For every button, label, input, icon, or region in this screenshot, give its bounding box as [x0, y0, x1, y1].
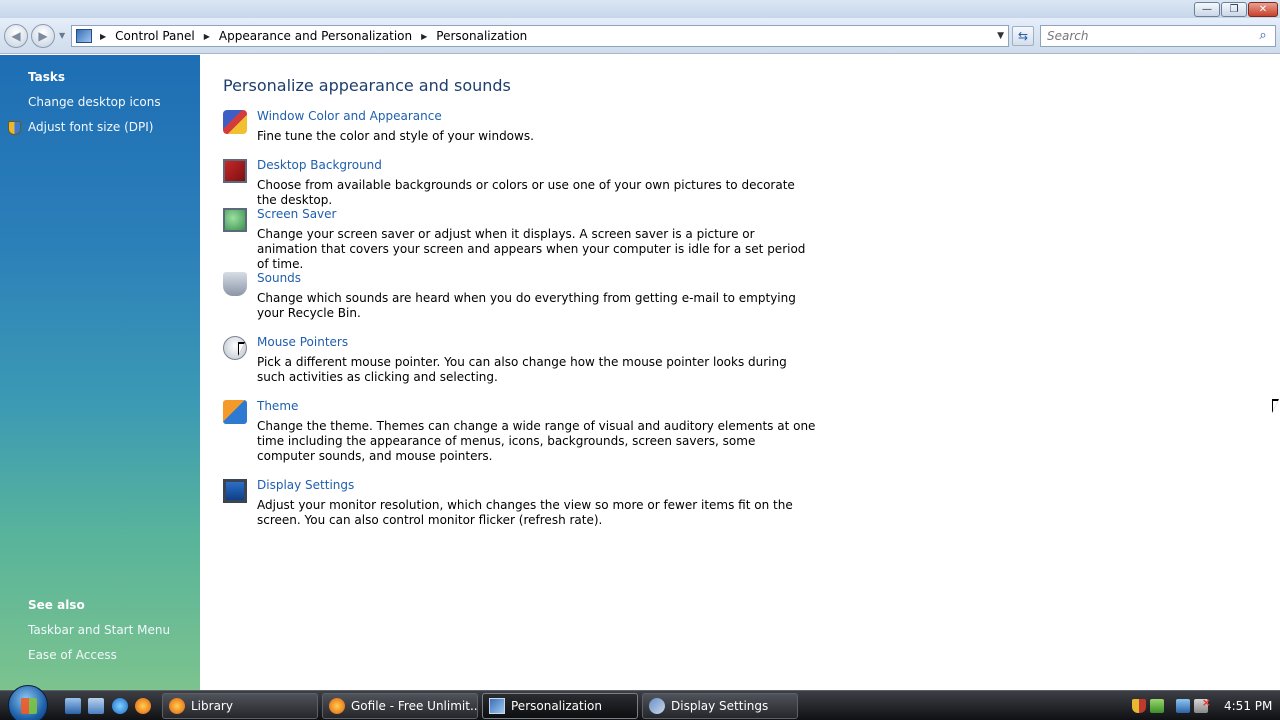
- task-link-display-settings[interactable]: Display Settings: [257, 478, 354, 492]
- windows-update-icon[interactable]: [1150, 699, 1164, 713]
- breadcrumb-appearance[interactable]: Appearance and Personalization: [219, 29, 412, 43]
- recent-pages-dropdown[interactable]: ▼: [59, 31, 65, 40]
- sidebar-link-adjust-font-size[interactable]: Adjust font size (DPI): [28, 120, 153, 134]
- minimize-button[interactable]: —: [1194, 2, 1220, 17]
- task-description: Fine tune the color and style of your wi…: [257, 129, 534, 143]
- task-link-desktop-background[interactable]: Desktop Background: [257, 158, 382, 172]
- task-description: Change the theme. Themes can change a wi…: [257, 419, 816, 463]
- firefox-icon[interactable]: [135, 698, 151, 714]
- control-panel-icon: [76, 29, 92, 43]
- breadcrumb-personalization[interactable]: Personalization: [436, 29, 527, 43]
- task-screen-saver: Screen Saver Change your screen saver or…: [223, 207, 823, 271]
- taskbar-button-label: Display Settings: [671, 699, 769, 713]
- taskbar-button-label: Library: [191, 699, 233, 713]
- sidebar-link-change-desktop-icons[interactable]: Change desktop icons: [28, 95, 161, 109]
- task-link-mouse-pointers[interactable]: Mouse Pointers: [257, 335, 348, 349]
- task-link-window-color[interactable]: Window Color and Appearance: [257, 109, 442, 123]
- mouse-cursor-icon: [1272, 399, 1279, 413]
- firefox-icon: [329, 698, 345, 714]
- task-link-sounds[interactable]: Sounds: [257, 271, 301, 285]
- security-center-icon[interactable]: [1132, 699, 1146, 713]
- forward-button[interactable]: ▶: [31, 24, 55, 48]
- address-bar[interactable]: ▶ Control Panel ▶ Appearance and Persona…: [71, 25, 1009, 47]
- task-window-color: Window Color and Appearance Fine tune th…: [223, 109, 823, 149]
- sounds-icon[interactable]: [223, 272, 247, 296]
- theme-icon[interactable]: [223, 400, 247, 424]
- search-icon[interactable]: ⌕: [1255, 28, 1271, 44]
- display-settings-icon: [649, 698, 665, 714]
- page-title: Personalize appearance and sounds: [223, 76, 511, 95]
- forward-arrow-icon: ▶: [38, 29, 48, 43]
- task-theme: Theme Change the theme. Themes can chang…: [223, 399, 823, 469]
- task-mouse-pointers: Mouse Pointers Pick a different mouse po…: [223, 335, 823, 390]
- taskbar-button-display-settings[interactable]: Display Settings: [642, 693, 798, 719]
- back-arrow-icon: ◀: [11, 29, 21, 43]
- task-description: Choose from available backgrounds or col…: [257, 178, 795, 207]
- task-description: Pick a different mouse pointer. You can …: [257, 355, 787, 384]
- maximize-button[interactable]: ❐: [1221, 2, 1247, 17]
- display-settings-icon[interactable]: [223, 479, 247, 503]
- mouse-cursor-icon: [238, 342, 245, 356]
- breadcrumb-control-panel[interactable]: Control Panel: [115, 29, 195, 43]
- close-button[interactable]: ✕: [1248, 2, 1278, 17]
- address-dropdown-icon[interactable]: ▼: [997, 31, 1004, 41]
- desktop-background-icon[interactable]: [223, 159, 247, 183]
- clock[interactable]: 4:51 PM: [1224, 699, 1272, 713]
- task-display-settings: Display Settings Adjust your monitor res…: [223, 478, 823, 533]
- task-link-screen-saver[interactable]: Screen Saver: [257, 207, 336, 221]
- taskbar-button-label: Personalization: [511, 699, 602, 713]
- breadcrumb-chevron-icon[interactable]: ▶: [204, 32, 210, 41]
- title-bar: — ❐ ✕: [0, 0, 1280, 18]
- firefox-icon: [169, 698, 185, 714]
- screen-saver-icon[interactable]: [223, 208, 247, 232]
- task-desktop-background: Desktop Background Choose from available…: [223, 158, 823, 207]
- navigation-bar: ◀ ▶ ▼ ▶ Control Panel ▶ Appearance and P…: [0, 18, 1280, 54]
- search-input[interactable]: [1047, 27, 1255, 45]
- back-button[interactable]: ◀: [4, 24, 28, 48]
- start-button[interactable]: [8, 685, 48, 720]
- task-description: Adjust your monitor resolution, which ch…: [257, 498, 793, 527]
- taskbar-button-personalization[interactable]: Personalization: [482, 693, 638, 719]
- sidebar-link-taskbar-start-menu[interactable]: Taskbar and Start Menu: [28, 623, 170, 637]
- control-panel-icon: [489, 698, 505, 714]
- taskbar-button-label: Gofile - Free Unlimit...: [351, 699, 478, 713]
- network-icon[interactable]: [1176, 699, 1190, 713]
- taskbar-button-gofile[interactable]: Gofile - Free Unlimit...: [322, 693, 478, 719]
- taskbar: Library Gofile - Free Unlimit... Persona…: [0, 685, 1280, 720]
- task-description: Change which sounds are heard when you d…: [257, 291, 796, 320]
- see-also-header: See also: [28, 598, 85, 612]
- task-link-theme[interactable]: Theme: [257, 399, 298, 413]
- internet-explorer-icon[interactable]: [112, 698, 128, 714]
- window-color-icon[interactable]: [223, 110, 247, 134]
- breadcrumb-chevron-icon[interactable]: ▶: [421, 32, 427, 41]
- refresh-button[interactable]: ⇆: [1012, 26, 1034, 46]
- task-description: Change your screen saver or adjust when …: [257, 227, 806, 271]
- refresh-icon: ⇆: [1017, 29, 1029, 43]
- show-desktop-icon[interactable]: [65, 698, 81, 714]
- breadcrumb-chevron-icon[interactable]: ▶: [100, 32, 106, 41]
- system-tray: 4:51 PM: [1128, 691, 1280, 720]
- tasks-header: Tasks: [28, 70, 66, 84]
- task-sounds: Sounds Change which sounds are heard whe…: [223, 271, 823, 326]
- shield-icon: [8, 121, 21, 135]
- taskbar-button-library[interactable]: Library: [162, 693, 318, 719]
- sidebar-link-ease-of-access[interactable]: Ease of Access: [28, 648, 117, 662]
- main-content: Personalize appearance and sounds Window…: [200, 55, 1280, 690]
- switch-windows-icon[interactable]: [88, 698, 104, 714]
- search-box: ⌕: [1040, 25, 1276, 47]
- volume-muted-icon[interactable]: [1194, 696, 1211, 713]
- sidebar: Tasks Change desktop icons Adjust font s…: [0, 55, 200, 690]
- window-controls: — ❐ ✕: [1194, 2, 1278, 17]
